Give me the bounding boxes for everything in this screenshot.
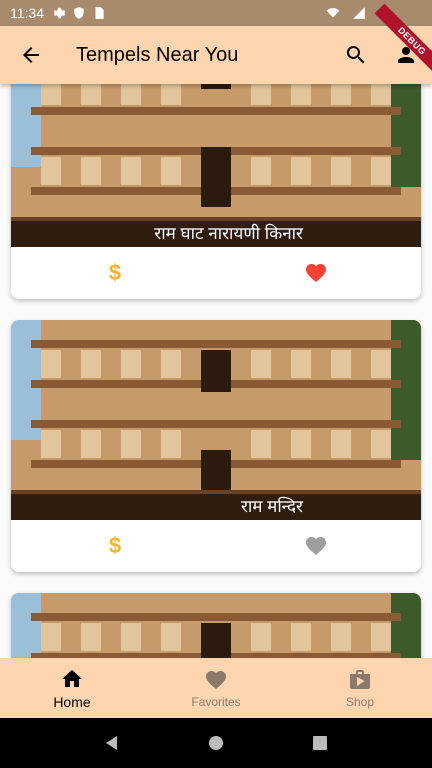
price-button[interactable]: $ [101,260,129,286]
sim-card-icon [95,7,104,19]
temple-caption: राम मन्दिर [11,494,421,520]
favorite-button[interactable] [303,533,329,559]
bottom-navigation: Home Favorites Shop [0,658,432,718]
back-button[interactable] [16,40,46,70]
temple-image[interactable]: राम मन्दिर [11,320,421,520]
temple-image[interactable] [11,593,421,658]
temple-photo [11,320,421,520]
card-footer: $ [11,247,421,299]
app-bar: Tempels Near You DEBUG [0,3,432,84]
status-time: 11:34 [10,5,44,21]
search-icon [346,46,365,64]
system-navigation-bar [0,718,432,768]
heart-icon [306,537,326,555]
nav-label: Home [53,694,91,710]
nav-label: Shop [345,695,375,709]
temple-card[interactable]: राम मन्दिर $ [11,320,421,572]
nav-item-shop[interactable]: Shop [288,658,432,718]
home-icon [59,666,85,692]
settings-icon [53,7,66,19]
back-arrow-icon [23,47,39,63]
temple-list[interactable]: राम घाट नारायणी किनार $ राम मन्दिर $ [0,84,432,658]
signal-icon [353,7,365,19]
status-bar: 11:34 [0,0,432,26]
temple-caption: राम घाट नारायणी किनार [11,221,421,247]
search-button[interactable] [342,41,370,69]
temple-image[interactable]: राम घाट नारायणी किनार [11,84,421,247]
heart-icon [306,264,326,282]
nav-label: Favorites [191,695,241,709]
nav-item-favorites[interactable]: Favorites [144,658,288,718]
card-footer: $ [11,520,421,572]
system-home-icon[interactable] [207,734,225,752]
temple-photo [11,593,421,658]
temple-card[interactable] [11,593,421,658]
heart-icon [203,667,229,693]
nav-item-home[interactable]: Home [0,658,144,718]
shop-icon [347,667,373,693]
price-button[interactable]: $ [101,533,129,559]
favorite-button[interactable] [303,260,329,286]
app-screen: 11:34 Tempels Near You DEBUG राम घाट नार… [0,0,432,768]
system-recents-icon[interactable] [311,734,329,752]
page-title: Tempels Near You [76,43,239,66]
system-back-icon[interactable] [103,734,121,752]
wifi-icon [326,8,340,18]
shield-icon [74,7,84,19]
temple-card[interactable]: राम घाट नारायणी किनार $ [11,84,421,299]
